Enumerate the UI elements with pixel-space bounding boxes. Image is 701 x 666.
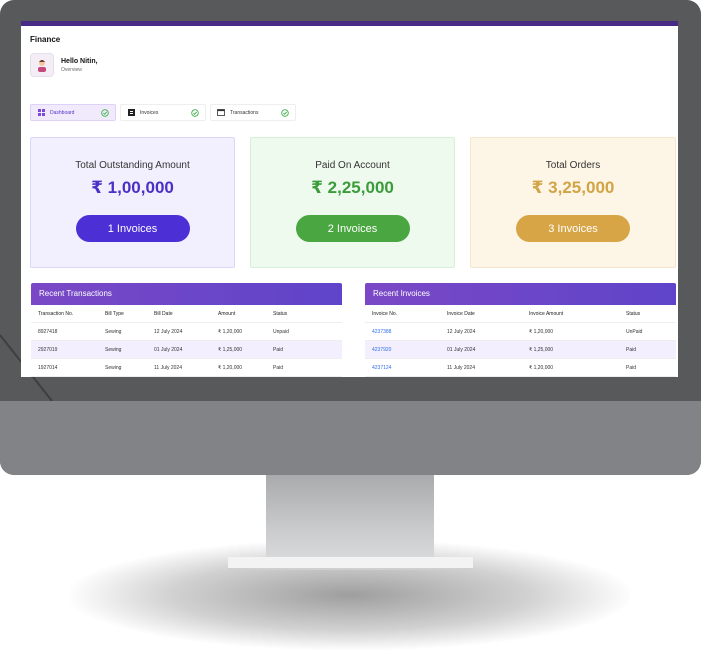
monitor: Finance Hello Nitin, Overview Dashboard: [0, 0, 701, 475]
transaction-no: 1927014: [31, 358, 98, 377]
bill-date: 11 July 2024: [147, 358, 211, 377]
table-row[interactable]: 4237388 12 July 2024 ₹ 1,20,000 UnPaid: [365, 322, 676, 341]
amount: ₹ 1,20,000: [211, 322, 266, 341]
tab-transactions-label: Transactions: [230, 109, 259, 116]
card-total-orders: Total Orders ₹ 3,25,000 3 Invoices: [470, 137, 676, 268]
transactions-icon: [217, 109, 225, 117]
outstanding-invoices-button[interactable]: 1 Invoices: [75, 215, 190, 242]
invoice-icon: [127, 109, 135, 117]
bill-type: Sewing: [98, 340, 147, 359]
card-paid-on-account: Paid On Account ₹ 2,25,000 2 Invoices: [250, 137, 455, 268]
invoice-date: 12 July 2024: [440, 322, 522, 341]
paid-invoices-button[interactable]: 2 Invoices: [295, 215, 410, 242]
avatar[interactable]: [30, 53, 54, 77]
grid-icon: [37, 109, 45, 117]
card-title: Total Orders: [545, 160, 601, 171]
tab-transactions[interactable]: Transactions: [210, 104, 296, 121]
invoice-no-link[interactable]: 4237920: [365, 340, 440, 359]
tab-dashboard[interactable]: Dashboard: [30, 104, 116, 121]
card-outstanding: Total Outstanding Amount ₹ 1,00,000 1 In…: [30, 137, 235, 268]
user-header: Hello Nitin, Overview: [30, 53, 98, 77]
column-header: Transaction No.: [31, 305, 98, 323]
column-header: Status: [266, 305, 342, 323]
column-header: Status: [619, 305, 676, 323]
nav-tabs: Dashboard Invoices Transactions: [30, 104, 296, 121]
invoice-date: 11 July 2024: [440, 358, 522, 377]
user-avatar-icon: [38, 60, 46, 72]
transaction-no: 2927019: [31, 340, 98, 359]
column-header: Bill Date: [147, 305, 211, 323]
card-value: ₹ 3,25,000: [531, 178, 615, 197]
column-header: Amount: [211, 305, 266, 323]
tab-invoices[interactable]: Invoices: [120, 104, 206, 121]
table-row[interactable]: 4237124 11 July 2024 ₹ 1,20,000 Paid: [365, 358, 676, 377]
user-greeting: Hello Nitin,: [61, 57, 98, 65]
bill-date: 12 July 2024: [147, 322, 211, 341]
invoices-table: Invoice No. Invoice Date Invoice Amount …: [365, 305, 676, 377]
app-screen: Finance Hello Nitin, Overview Dashboard: [21, 21, 678, 377]
column-header: Invoice No.: [365, 305, 440, 323]
invoice-date: 01 July 2024: [440, 340, 522, 359]
summary-cards: Total Outstanding Amount ₹ 1,00,000 1 In…: [30, 137, 676, 268]
app-title: Finance: [30, 35, 61, 44]
table-header-row: Transaction No. Bill Type Bill Date Amou…: [31, 305, 342, 323]
invoice-amount: ₹ 1,25,000: [522, 340, 619, 359]
column-header: Invoice Amount: [522, 305, 619, 323]
bill-type: Sewing: [98, 358, 147, 377]
tab-invoices-label: Invoices: [140, 109, 159, 116]
column-header: Invoice Date: [440, 305, 522, 323]
card-title: Total Outstanding Amount: [75, 160, 190, 171]
status: UnPaid: [619, 322, 676, 341]
card-value: ₹ 2,25,000: [311, 178, 394, 197]
invoice-no-link[interactable]: 4237388: [365, 322, 440, 341]
invoice-amount: ₹ 1,20,000: [522, 358, 619, 377]
table-row[interactable]: 2927019 Sewing 01 July 2024 ₹ 1,25,000 P…: [31, 340, 342, 359]
panel-title: Recent Transactions: [31, 283, 342, 305]
orders-invoices-button[interactable]: 3 Invoices: [516, 215, 630, 242]
recent-invoices-panel: Recent Invoices Invoice No. Invoice Date…: [365, 283, 676, 377]
monitor-chin: [0, 401, 701, 475]
invoice-no-link[interactable]: 4237124: [365, 358, 440, 377]
status: Paid: [266, 358, 342, 377]
panel-title: Recent Invoices: [365, 283, 676, 305]
tab-dashboard-label: Dashboard: [50, 109, 75, 116]
user-subtitle: Overview: [61, 66, 82, 73]
check-circle-icon: [101, 108, 109, 117]
transactions-table: Transaction No. Bill Type Bill Date Amou…: [31, 305, 342, 377]
bill-date: 01 July 2024: [147, 340, 211, 359]
status: Unpaid: [266, 322, 342, 341]
table-row[interactable]: 8927418 Sewing 12 July 2024 ₹ 1,20,000 U…: [31, 322, 342, 341]
monitor-base: [228, 557, 473, 570]
check-circle-icon: [281, 108, 289, 117]
table-header-row: Invoice No. Invoice Date Invoice Amount …: [365, 305, 676, 323]
table-row[interactable]: 4237920 01 July 2024 ₹ 1,25,000 Paid: [365, 340, 676, 359]
transaction-no: 8927418: [31, 322, 98, 341]
check-circle-icon: [191, 108, 199, 117]
table-row[interactable]: 1927014 Sewing 11 July 2024 ₹ 1,20,000 P…: [31, 358, 342, 377]
bill-type: Sewing: [98, 322, 147, 341]
amount: ₹ 1,20,000: [211, 358, 266, 377]
column-header: Bill Type: [98, 305, 147, 323]
amount: ₹ 1,25,000: [211, 340, 266, 359]
recent-transactions-panel: Recent Transactions Transaction No. Bill…: [31, 283, 342, 377]
status: Paid: [619, 358, 676, 377]
card-value: ₹ 1,00,000: [91, 178, 174, 197]
monitor-stand: [266, 475, 434, 563]
card-title: Paid On Account: [315, 160, 390, 171]
top-accent-bar: [21, 21, 678, 26]
status: Paid: [619, 340, 676, 359]
invoice-amount: ₹ 1,20,000: [522, 322, 619, 341]
status: Paid: [266, 340, 342, 359]
